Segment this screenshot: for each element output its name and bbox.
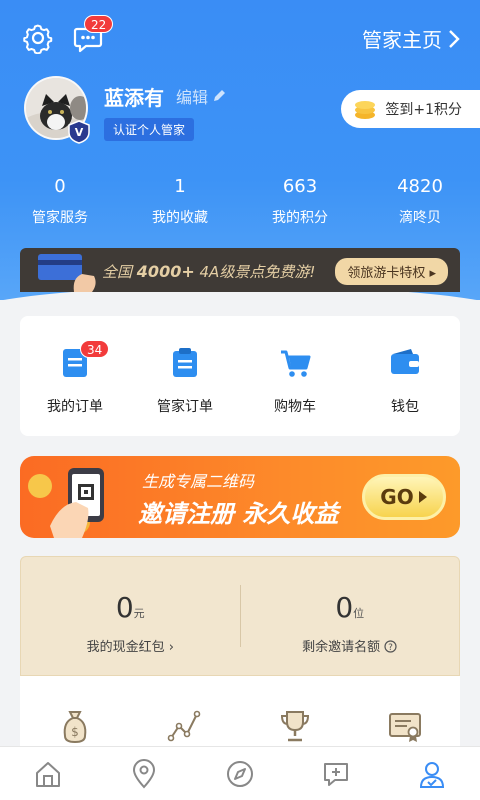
help-question-icon[interactable]: ? [384, 640, 397, 653]
stat-value: 0 [54, 176, 66, 197]
stat-label: 管家服务 [32, 210, 88, 226]
tab-location[interactable] [96, 747, 192, 800]
tab-post[interactable] [288, 747, 384, 800]
tab-home[interactable] [0, 747, 96, 800]
wallet-button[interactable]: 钱包 [350, 316, 460, 436]
wallet-icon [391, 349, 419, 374]
tool-trend[interactable] [130, 676, 240, 756]
cart-icon [281, 350, 311, 377]
invite-line2: 邀请注册 永久收益 [138, 500, 339, 528]
svg-text:$: $ [71, 725, 79, 739]
location-pin-icon [132, 759, 156, 789]
invite-label: 剩余邀请名额 [302, 640, 381, 655]
cash-value: 0 [115, 591, 134, 624]
trophy-icon [280, 711, 310, 742]
user-profile-icon [419, 762, 445, 788]
invite-unit: 位 [353, 607, 365, 620]
cash-unit: 元 [133, 607, 145, 620]
tab-profile[interactable] [384, 747, 480, 800]
travel-card-icon [38, 254, 96, 292]
wallet-label: 钱包 [391, 399, 419, 415]
promo-suffix: 4A级景点免费游! [199, 263, 316, 281]
promo-button-label: 领旅游卡特权 [347, 266, 426, 281]
stat-label: 我的积分 [272, 210, 328, 226]
stat-butler-service[interactable]: 0 管家服务 [0, 176, 120, 227]
go-label: GO [380, 485, 414, 509]
pencil-icon [214, 90, 226, 101]
butler-order-icon [173, 348, 197, 377]
trend-line-icon [167, 710, 201, 742]
tool-certificate[interactable] [350, 676, 460, 756]
edit-label: 编辑 [176, 88, 209, 107]
qr-phone-illustration-icon [28, 468, 104, 538]
verified-v-badge-icon: V [68, 120, 90, 144]
tab-discover[interactable] [192, 747, 288, 800]
my-orders-label: 我的订单 [47, 399, 103, 415]
checkin-label: 签到+1积分 [385, 102, 462, 118]
compass-icon [227, 761, 253, 787]
invite-banner[interactable]: 生成专属二维码 邀请注册 永久收益 GO [20, 456, 460, 538]
orders-card: 34 我的订单 管家订单 购物车 钱包 [20, 316, 460, 436]
stats-row: 0 管家服务 1 我的收藏 663 我的积分 4820 滴咚贝 [0, 176, 480, 227]
svg-text:?: ? [388, 643, 393, 653]
stat-value: 4820 [397, 176, 443, 197]
rewards-panel: 0元 我的现金红包 › 0位 剩余邀请名额 ? [20, 556, 460, 676]
money-bag-icon: $ [63, 711, 87, 744]
butler-home-link[interactable]: 管家主页 [362, 24, 460, 53]
cash-label: 我的现金红包 [86, 640, 165, 655]
stat-points[interactable]: 663 我的积分 [240, 176, 360, 227]
cart-button[interactable]: 购物车 [240, 316, 350, 436]
stat-favorites[interactable]: 1 我的收藏 [120, 176, 240, 227]
chevron-right-icon [449, 29, 460, 48]
play-arrow-icon [418, 491, 427, 503]
my-orders-button[interactable]: 34 我的订单 [20, 316, 130, 436]
coin-stack-icon [355, 101, 376, 119]
stat-label: 我的收藏 [152, 210, 208, 226]
promo-highlight: 4000+ [136, 262, 195, 281]
go-button[interactable]: GO [362, 474, 446, 520]
stat-value: 663 [282, 176, 318, 197]
bottom-tab-bar [0, 746, 480, 800]
stat-shells[interactable]: 4820 滴咚贝 [360, 176, 480, 227]
edit-profile-button[interactable]: 编辑 [176, 84, 226, 108]
tool-trophy[interactable] [240, 676, 350, 756]
cart-label: 购物车 [274, 399, 316, 415]
stat-label: 滴咚贝 [399, 210, 441, 226]
promo-text: 全国 4000+ 4A级景点免费游! [102, 261, 315, 282]
verify-butler-tag[interactable]: 认证个人管家 [104, 118, 195, 141]
invite-line1: 生成专属二维码 [142, 472, 255, 491]
remaining-invites[interactable]: 0位 剩余邀请名额 ? [241, 557, 460, 675]
promo-prefix: 全国 [102, 263, 133, 281]
butler-orders-button[interactable]: 管家订单 [130, 316, 240, 436]
svg-text:V: V [75, 126, 84, 139]
my-orders-badge: 34 [80, 340, 110, 358]
checkin-button[interactable]: 签到+1积分 [341, 90, 480, 128]
cash-red-packet[interactable]: 0元 我的现金红包 › [21, 557, 240, 675]
tools-row: $ [20, 676, 460, 756]
username: 蓝添有 [104, 86, 164, 110]
home-icon [36, 762, 60, 787]
tool-money-bag[interactable]: $ [20, 676, 130, 756]
certificate-icon [389, 713, 421, 742]
get-travel-card-button[interactable]: 领旅游卡特权 ▸ [335, 258, 448, 285]
invite-value: 0 [335, 591, 354, 624]
home-link-label: 管家主页 [362, 28, 442, 52]
add-post-icon [324, 763, 348, 786]
message-count-badge: 22 [84, 15, 114, 33]
butler-orders-label: 管家订单 [157, 399, 213, 415]
chevron-right-icon: › [168, 640, 174, 655]
stat-value: 1 [174, 176, 186, 197]
settings-gear-icon[interactable] [22, 22, 54, 54]
travel-card-promo[interactable]: 全国 4000+ 4A级景点免费游! 领旅游卡特权 ▸ [20, 248, 460, 292]
